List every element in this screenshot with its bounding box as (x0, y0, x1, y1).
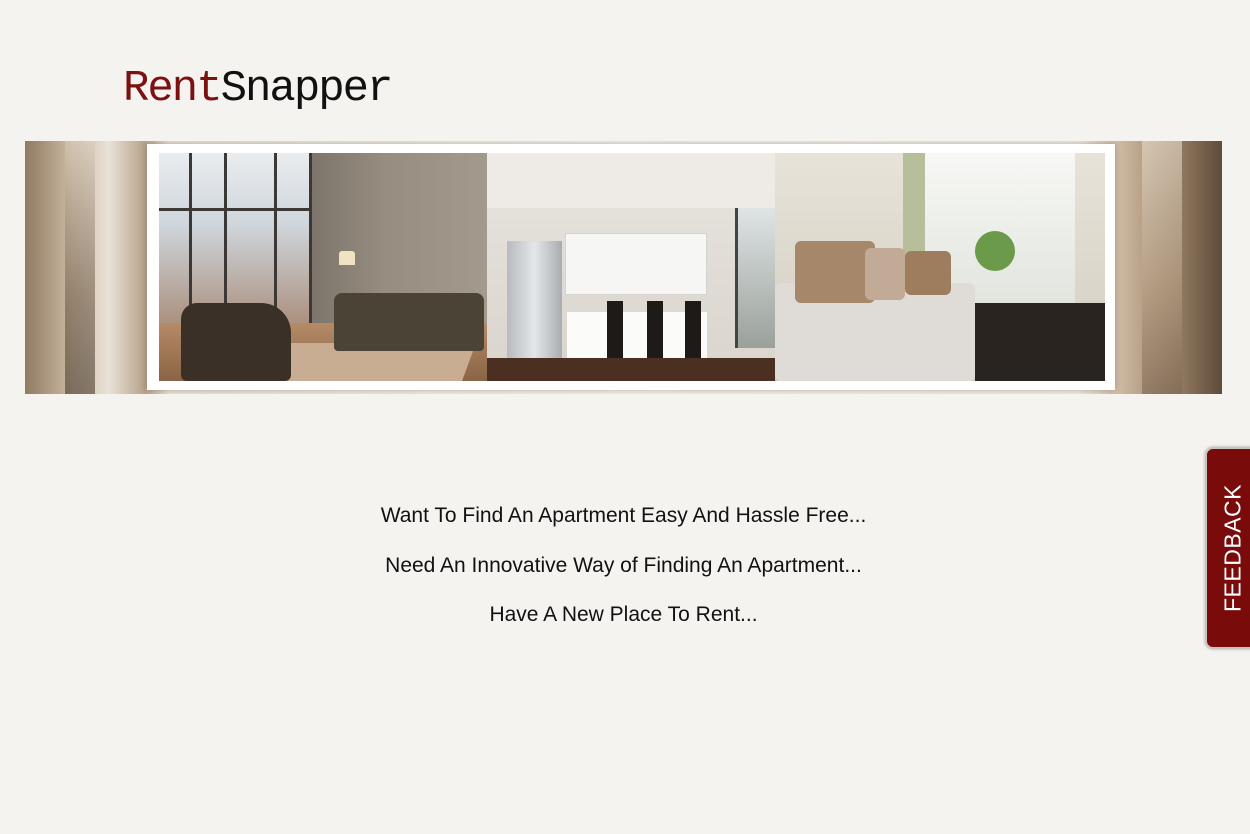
logo-text-snapper: Snapper (220, 64, 394, 114)
tagline-place-to-rent: Have A New Place To Rent... (489, 603, 758, 626)
hero-banner (25, 141, 1222, 394)
banner-photo-strip (159, 153, 1105, 381)
loft-living-room-photo (159, 153, 487, 381)
tagline-find-apartment: Want To Find An Apartment Easy And Hassl… (380, 504, 867, 527)
site-logo[interactable]: RentSnapper (123, 62, 394, 116)
kitchen-photo (487, 153, 775, 381)
tagline-innovative-way: Need An Innovative Way of Finding An Apa… (385, 554, 862, 577)
feedback-tab[interactable]: FEEDBACK (1205, 447, 1250, 649)
banner-blur-right (1142, 141, 1182, 394)
logo-text-rent: Rent (123, 64, 223, 114)
bright-living-room-photo (775, 153, 1105, 381)
banner-blur-left (65, 141, 95, 394)
banner-photo-frame (147, 144, 1115, 390)
feedback-tab-label: FEEDBACK (1219, 484, 1246, 612)
